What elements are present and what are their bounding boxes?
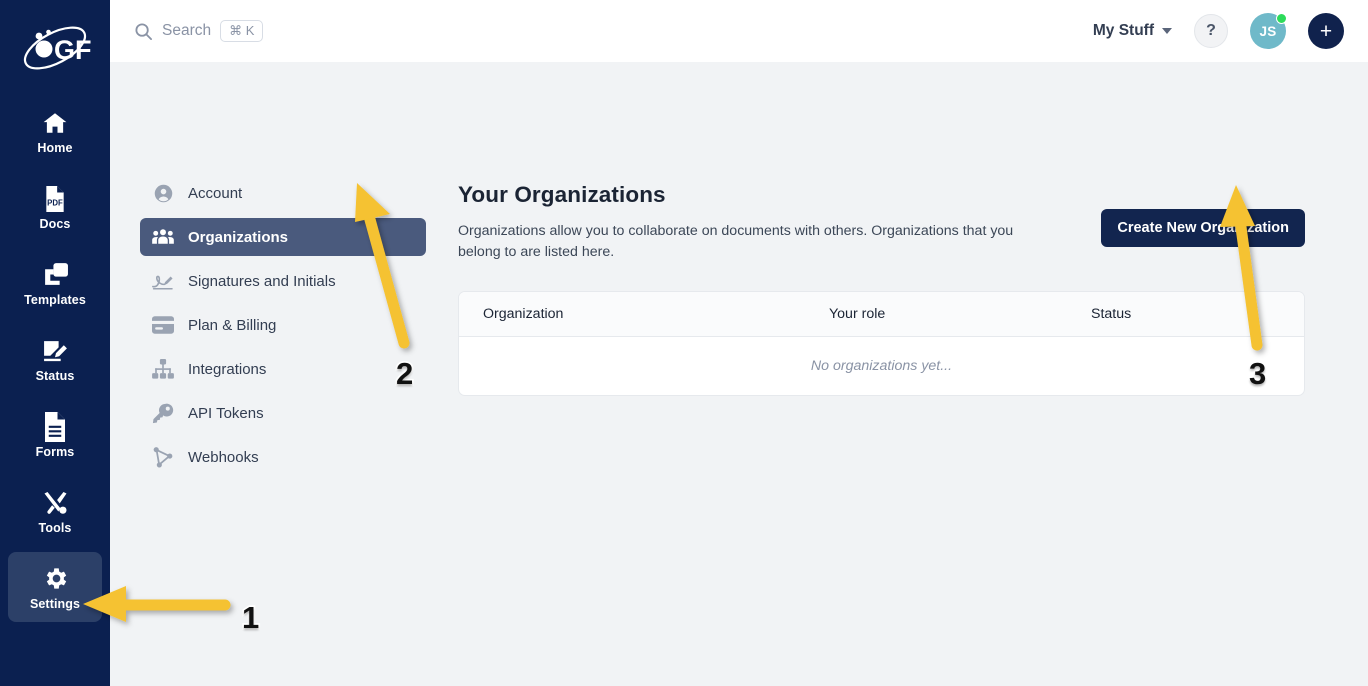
- sidebar-item-label: Templates: [24, 292, 86, 307]
- svg-text:GF: GF: [54, 35, 92, 65]
- top-bar-actions: My Stuff ? JS +: [1093, 13, 1344, 49]
- content-area: Account Organizations Signatures and Ini…: [110, 62, 1368, 686]
- panel-header: Your Organizations Organizations allow y…: [458, 182, 1305, 262]
- sidebar-item-label: Docs: [39, 216, 71, 231]
- settings-nav-label: Webhooks: [188, 448, 259, 466]
- search-placeholder: Search: [162, 22, 212, 39]
- sidebar-item-label: Forms: [35, 444, 75, 459]
- settings-nav-label: Plan & Billing: [188, 316, 277, 334]
- settings-nav-label: Account: [188, 184, 243, 202]
- sidebar-item-status[interactable]: Status: [8, 324, 102, 394]
- sitemap-icon: [152, 358, 174, 380]
- settings-nav-label: API Tokens: [188, 404, 264, 422]
- search-input[interactable]: Search ⌘ K: [134, 20, 264, 42]
- settings-nav-item-integrations[interactable]: Integrations: [140, 350, 426, 388]
- online-status-dot: [1276, 13, 1287, 24]
- sidebar-item-templates[interactable]: Templates: [8, 248, 102, 318]
- key-icon: [152, 402, 174, 424]
- page-title: Your Organizations: [458, 182, 666, 207]
- right-pane: Search ⌘ K My Stuff ? JS + Account Organ…: [110, 0, 1368, 686]
- sidebar-item-label: Status: [35, 368, 75, 383]
- sidebar-item-home[interactable]: Home: [8, 96, 102, 166]
- organizations-table: Organization Your role Status No organiz…: [458, 291, 1305, 397]
- column-header-status: Status: [1091, 306, 1132, 323]
- my-stuff-dropdown[interactable]: My Stuff: [1093, 22, 1172, 40]
- app-logo[interactable]: GF: [0, 0, 110, 96]
- tools-icon: [40, 488, 70, 518]
- settings-nav-item-account[interactable]: Account: [140, 174, 426, 212]
- svg-text:PDF: PDF: [47, 198, 63, 207]
- primary-sidebar: GF Home PDF Docs Templates Status Forms …: [0, 0, 110, 686]
- share-nodes-icon: [152, 446, 174, 468]
- annotation-number-2: 2: [394, 354, 415, 392]
- signature-icon: [152, 270, 174, 292]
- sidebar-item-forms[interactable]: Forms: [8, 400, 102, 470]
- settings-nav-item-api-tokens[interactable]: API Tokens: [140, 394, 426, 432]
- people-group-icon: [152, 226, 174, 248]
- sidebar-item-tools[interactable]: Tools: [8, 476, 102, 546]
- top-bar: Search ⌘ K My Stuff ? JS +: [110, 0, 1368, 62]
- sidebar-item-label: Settings: [29, 596, 81, 611]
- sidebar-item-label: Tools: [38, 520, 72, 535]
- settings-nav-label: Organizations: [188, 228, 289, 246]
- forms-icon: [45, 411, 65, 442]
- sidebar-item-label: Home: [37, 140, 73, 155]
- gear-icon: [40, 564, 70, 594]
- search-icon: [134, 22, 153, 41]
- credit-card-icon: [152, 314, 174, 336]
- settings-nav-item-webhooks[interactable]: Webhooks: [140, 438, 426, 476]
- settings-nav-item-plan-and-billing[interactable]: Plan & Billing: [140, 306, 426, 344]
- add-new-button[interactable]: +: [1308, 13, 1344, 49]
- column-header-organization: Organization: [483, 306, 564, 323]
- empty-state-message: No organizations yet...: [810, 358, 953, 375]
- settings-nav-item-signatures-and-initials[interactable]: Signatures and Initials: [140, 262, 426, 300]
- sidebar-item-settings[interactable]: Settings: [8, 552, 102, 622]
- organizations-panel: Your Organizations Organizations allow y…: [450, 62, 1368, 686]
- table-header-row: Organization Your role Status: [459, 292, 1304, 338]
- settings-nav-item-organizations[interactable]: Organizations: [140, 218, 426, 256]
- sidebar-item-docs[interactable]: PDF Docs: [8, 172, 102, 242]
- avatar[interactable]: JS: [1250, 13, 1287, 49]
- table-body: No organizations yet...: [459, 337, 1304, 395]
- column-header-your-role: Your role: [829, 306, 886, 323]
- settings-nav-label: Signatures and Initials: [188, 272, 336, 290]
- annotation-number-1: 1: [240, 598, 261, 636]
- chevron-down-icon: [1162, 28, 1172, 34]
- user-circle-icon: [152, 182, 174, 204]
- my-stuff-label: My Stuff: [1092, 22, 1154, 39]
- search-shortcut-badge: ⌘ K: [220, 20, 264, 42]
- signature-status-icon: [40, 336, 70, 366]
- create-new-organization-button[interactable]: Create New Organization: [1101, 209, 1305, 247]
- pdf-file-icon: PDF: [40, 184, 70, 214]
- app-root: GF Home PDF Docs Templates Status Forms …: [0, 0, 1368, 686]
- page-description: Organizations allow you to collaborate o…: [458, 223, 1014, 260]
- help-button[interactable]: ?: [1194, 14, 1228, 48]
- home-icon: [40, 108, 70, 138]
- templates-icon: [40, 260, 70, 290]
- settings-nav-label: Integrations: [188, 360, 267, 378]
- annotation-number-3: 3: [1247, 354, 1268, 392]
